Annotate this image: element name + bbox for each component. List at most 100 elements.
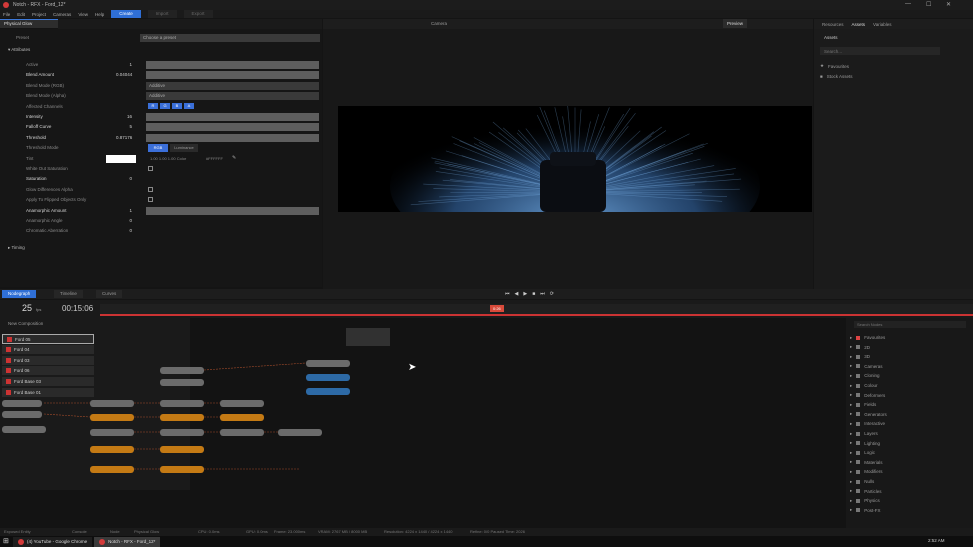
graph-node[interactable] <box>90 400 134 407</box>
menu-project[interactable]: Project <box>32 12 46 17</box>
expand-arrow-icon[interactable]: ▸ <box>850 354 852 360</box>
tab-create[interactable]: Create <box>111 10 141 18</box>
library-category[interactable]: ▸ Materials <box>850 458 972 467</box>
stop-icon[interactable]: ■ <box>532 291 535 297</box>
library-category[interactable]: ▸ Interactive <box>850 419 972 428</box>
graph-node[interactable] <box>220 414 264 421</box>
property-value[interactable]: 1 <box>116 62 132 67</box>
property-value[interactable]: 0 <box>116 176 132 181</box>
graph-node[interactable] <box>306 360 350 367</box>
timeline-ruler[interactable] <box>100 304 973 314</box>
tab-physical-glow[interactable]: Physical Glow <box>0 19 58 28</box>
expand-arrow-icon[interactable]: ▸ <box>850 402 852 408</box>
stock-assets-item[interactable]: ■ Stock Assets <box>820 74 852 79</box>
loop-icon[interactable]: ⟳ <box>550 291 554 297</box>
library-category[interactable]: ▸ Favourites <box>850 333 972 342</box>
graph-node[interactable] <box>160 379 204 386</box>
tab-timeline[interactable]: Timeline <box>54 290 83 298</box>
graph-node[interactable] <box>160 367 204 374</box>
tab-curves[interactable]: Curves <box>96 290 122 298</box>
expand-arrow-icon[interactable]: ▸ <box>850 431 852 437</box>
mode-luminance-button[interactable]: Luminance <box>170 144 198 152</box>
playhead-marker[interactable]: 0:26 <box>490 305 504 312</box>
library-category[interactable]: ▸ Particles <box>850 487 972 496</box>
tab-resources[interactable]: Resources <box>822 22 844 27</box>
library-category[interactable]: ▸ Nulls <box>850 477 972 486</box>
library-category[interactable]: ▸ Post-FX <box>850 506 972 515</box>
expand-arrow-icon[interactable]: ▸ <box>850 383 852 389</box>
expand-arrow-icon[interactable]: ▸ <box>850 479 852 485</box>
expand-arrow-icon[interactable]: ▸ <box>850 450 852 456</box>
tab-variables[interactable]: Variables <box>873 22 891 27</box>
blend-mode-select[interactable]: Additive <box>146 82 319 90</box>
property-value[interactable]: 0.04044 <box>116 72 132 77</box>
library-category[interactable]: ▸ Layers <box>850 429 972 438</box>
blend-mode-select[interactable]: Additive <box>146 92 319 100</box>
library-category[interactable]: ▸ 3D <box>850 352 972 361</box>
menu-file[interactable]: File <box>3 12 10 17</box>
expand-arrow-icon[interactable]: ▸ <box>850 488 852 494</box>
checkbox[interactable] <box>148 166 153 171</box>
property-slider[interactable] <box>146 134 319 142</box>
graph-node[interactable] <box>90 466 134 473</box>
skip-start-icon[interactable]: ⏮ <box>505 291 510 297</box>
property-slider[interactable] <box>146 123 319 131</box>
library-category[interactable]: ▸ Fields <box>850 400 972 409</box>
library-category[interactable]: ▸ Generators <box>850 410 972 419</box>
camera-select[interactable]: Camera <box>431 21 447 26</box>
graph-node[interactable] <box>160 466 204 473</box>
expand-arrow-icon[interactable]: ▸ <box>850 373 852 379</box>
property-value[interactable]: 0 <box>116 228 132 233</box>
taskbar-chrome[interactable]: (4) YouTube - Google Chrome <box>13 537 92 547</box>
property-slider[interactable] <box>146 207 319 215</box>
graph-node[interactable] <box>2 411 42 418</box>
taskbar-notch[interactable]: Notch - RFX - Ford_12* <box>94 537 160 547</box>
minimize-icon[interactable]: — <box>905 1 911 7</box>
timeline-bar[interactable]: 25 fps 00:15:06 0:26 <box>0 300 973 318</box>
expand-arrow-icon[interactable]: ▸ <box>850 363 852 369</box>
channel-toggle-b[interactable]: B <box>172 103 182 109</box>
play-icon[interactable]: ▶ <box>523 291 527 297</box>
expand-arrow-icon[interactable]: ▸ <box>850 469 852 475</box>
channel-toggle-g[interactable]: G <box>160 103 170 109</box>
library-category[interactable]: ▸ Lighting <box>850 439 972 448</box>
library-category[interactable]: ▸ Modifiers <box>850 467 972 476</box>
nodegraph-canvas[interactable]: New Composition Ford 05 Ford 04 Ford 03 For… <box>0 318 846 528</box>
library-category[interactable]: ▸ Deformers <box>850 391 972 400</box>
expand-arrow-icon[interactable]: ▸ <box>850 440 852 446</box>
menu-cameras[interactable]: Cameras <box>53 12 71 17</box>
property-slider[interactable] <box>146 71 319 79</box>
attributes-header[interactable]: ▾ Attributes <box>0 45 322 55</box>
expand-arrow-icon[interactable]: ▸ <box>850 335 852 341</box>
maximize-icon[interactable]: ☐ <box>926 1 931 8</box>
tab-import[interactable]: Import <box>148 10 177 18</box>
menu-edit[interactable]: Edit <box>17 12 25 17</box>
graph-node[interactable] <box>160 429 204 436</box>
graph-node[interactable] <box>278 429 322 436</box>
skip-end-icon[interactable]: ⏭ <box>540 291 545 297</box>
library-category[interactable]: ▸ Colour <box>850 381 972 390</box>
property-value[interactable]: 16 <box>116 114 132 119</box>
channel-toggle-r[interactable]: R <box>148 103 158 109</box>
expand-arrow-icon[interactable]: ▸ <box>850 392 852 398</box>
windows-start-icon[interactable]: ⊞ <box>3 538 11 546</box>
property-value[interactable]: 0.87176 <box>116 135 132 140</box>
expand-arrow-icon[interactable]: ▸ <box>850 421 852 427</box>
graph-node[interactable] <box>90 429 134 436</box>
expand-arrow-icon[interactable]: ▸ <box>850 507 852 513</box>
eyedropper-icon[interactable]: ✎ <box>232 155 236 161</box>
library-category[interactable]: ▸ Cameras <box>850 362 972 371</box>
tint-swatch[interactable] <box>106 155 136 163</box>
property-value[interactable]: 5 <box>116 124 132 129</box>
library-category[interactable]: ▸ Physics <box>850 496 972 505</box>
graph-node[interactable] <box>160 414 204 421</box>
expand-arrow-icon[interactable]: ▸ <box>850 498 852 504</box>
property-value[interactable]: 0 <box>116 218 132 223</box>
expand-arrow-icon[interactable]: ▸ <box>850 411 852 417</box>
graph-node[interactable] <box>306 374 350 381</box>
tab-assets[interactable]: Assets <box>852 22 866 27</box>
preview-button[interactable]: Preview <box>723 19 747 28</box>
expand-arrow-icon[interactable]: ▸ <box>850 459 852 465</box>
property-value[interactable]: 1 <box>116 208 132 213</box>
channel-toggle-a[interactable]: A <box>184 103 194 109</box>
